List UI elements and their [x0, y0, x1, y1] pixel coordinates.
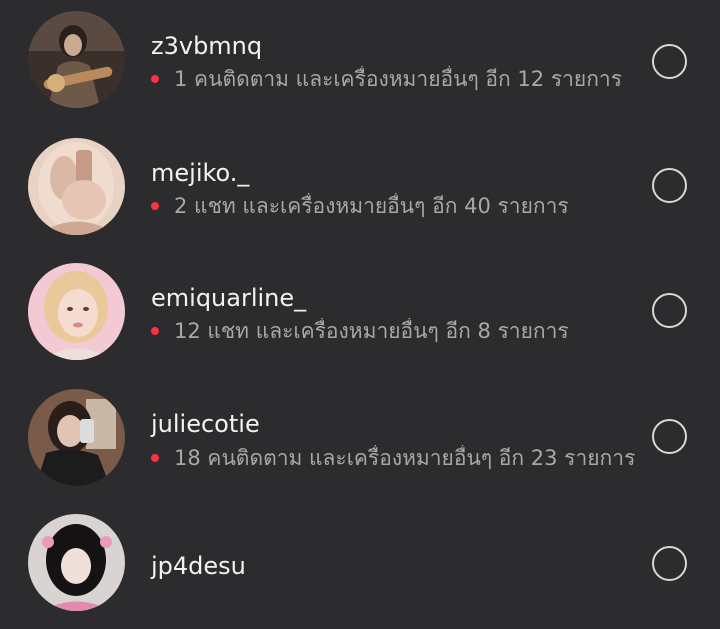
- activity-text: 1 คนติดตาม และเครื่องหมายอื่นๆ อีก 12 รา…: [174, 67, 622, 91]
- username: jp4desu: [151, 552, 246, 580]
- notification-dot-icon: [151, 202, 159, 210]
- avatar-image: [28, 138, 125, 235]
- activity-summary: 12 แชท และเครื่องหมายอื่นๆ อีก 8 รายการ: [151, 318, 651, 344]
- select-radio[interactable]: [652, 419, 687, 454]
- activity-summary: 18 คนติดตาม และเครื่องหมายอื่นๆ อีก 23 ร…: [151, 445, 651, 471]
- username: mejiko._: [151, 159, 250, 187]
- notification-dot-icon: [151, 454, 159, 462]
- select-radio[interactable]: [652, 168, 687, 203]
- account-row-mejiko[interactable]: mejiko._ 2 แชท และเครื่องหมายอื่นๆ อีก 4…: [0, 130, 720, 240]
- account-row-emiquarline[interactable]: emiquarline_ 12 แชท และเครื่องหมายอื่นๆ …: [0, 255, 720, 365]
- avatar-image: [28, 389, 125, 486]
- activity-summary: 1 คนติดตาม และเครื่องหมายอื่นๆ อีก 12 รา…: [151, 66, 651, 92]
- notification-dot-icon: [151, 327, 159, 335]
- account-row-jp4desu[interactable]: jp4desu: [0, 508, 720, 618]
- username: juliecotie: [151, 410, 260, 438]
- account-list: z3vbmnq 1 คนติดตาม และเครื่องหมายอื่นๆ อ…: [0, 0, 720, 629]
- select-radio[interactable]: [652, 546, 687, 581]
- avatar: [28, 11, 125, 108]
- notification-dot-icon: [151, 75, 159, 83]
- activity-text: 18 คนติดตาม และเครื่องหมายอื่นๆ อีก 23 ร…: [174, 446, 636, 470]
- activity-text: 12 แชท และเครื่องหมายอื่นๆ อีก 8 รายการ: [174, 319, 569, 343]
- avatar-image: [28, 514, 125, 611]
- select-radio[interactable]: [652, 293, 687, 328]
- avatar: [28, 514, 125, 611]
- username: z3vbmnq: [151, 32, 263, 60]
- avatar-image: [28, 11, 125, 108]
- activity-summary: 2 แชท และเครื่องหมายอื่นๆ อีก 40 รายการ: [151, 193, 651, 219]
- username: emiquarline_: [151, 284, 307, 312]
- avatar-image: [28, 263, 125, 360]
- avatar: [28, 389, 125, 486]
- select-radio[interactable]: [652, 44, 687, 79]
- account-row-z3vbmnq[interactable]: z3vbmnq 1 คนติดตาม และเครื่องหมายอื่นๆ อ…: [0, 5, 720, 115]
- account-row-juliecotie[interactable]: juliecotie 18 คนติดตาม และเครื่องหมายอื่…: [0, 382, 720, 492]
- avatar: [28, 138, 125, 235]
- avatar: [28, 263, 125, 360]
- activity-text: 2 แชท และเครื่องหมายอื่นๆ อีก 40 รายการ: [174, 194, 569, 218]
